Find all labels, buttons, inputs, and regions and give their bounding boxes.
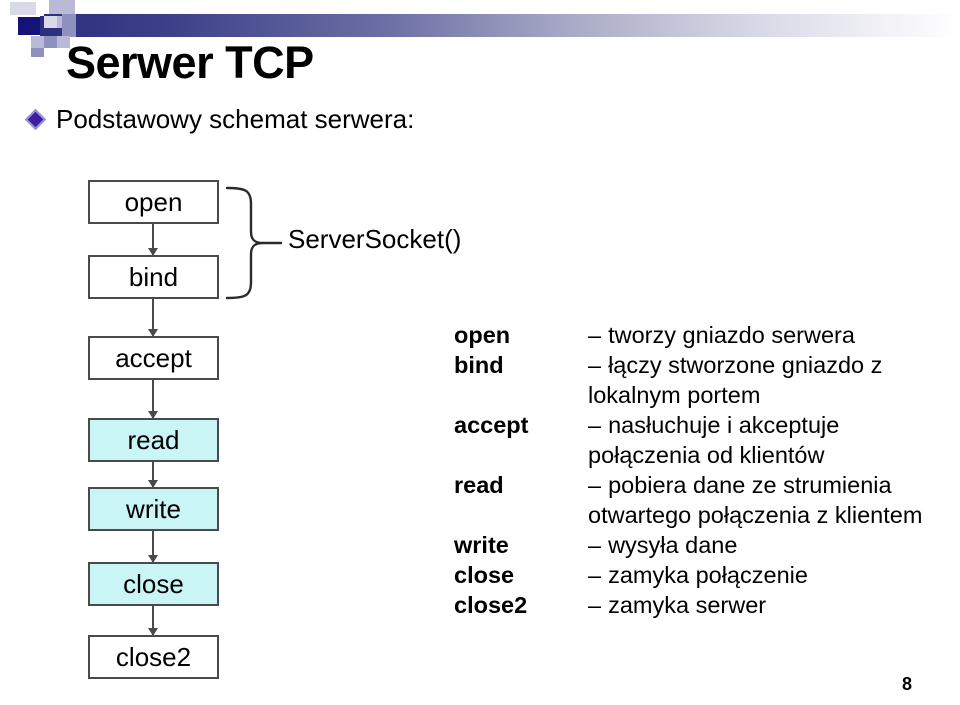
description-term: read bbox=[454, 472, 504, 498]
flow-box-write: write bbox=[88, 487, 219, 531]
description-text: – wysyła dane bbox=[588, 530, 954, 560]
serversocket-label: ServerSocket() bbox=[288, 224, 462, 254]
description-body: zamyka serwer bbox=[608, 592, 767, 618]
description-row: close2 – zamyka serwer bbox=[454, 590, 954, 620]
description-body: zamyka połączenie bbox=[608, 562, 808, 588]
description-body: tworzy gniazdo serwera bbox=[608, 322, 855, 348]
flow-arrow-close-close2 bbox=[148, 606, 158, 636]
description-text: – łączy stworzone gniazdo z lokalnym port… bbox=[588, 350, 954, 410]
dash: – bbox=[588, 562, 602, 588]
description-row: bind – łączy stworzone gniazdo z lokalnym… bbox=[454, 350, 954, 410]
flowchart: open bind accept read write close close2 bbox=[0, 0, 330, 705]
description-term: bind bbox=[454, 352, 504, 378]
dash: – bbox=[588, 592, 602, 618]
flow-arrow-write-close bbox=[148, 531, 158, 563]
description-row: close – zamyka połączenie bbox=[454, 560, 954, 590]
description-row: accept – nasłuchuje i akceptuje połączeni… bbox=[454, 410, 954, 470]
description-list: open – tworzy gniazdo serwera bind – łączy… bbox=[454, 320, 954, 620]
description-body: nasłuchuje i akceptuje połączenia od kli… bbox=[588, 412, 840, 468]
flow-arrow-bind-accept bbox=[148, 299, 158, 337]
flow-box-open: open bbox=[88, 180, 219, 224]
flow-box-read: read bbox=[88, 418, 219, 462]
description-row: open – tworzy gniazdo serwera bbox=[454, 320, 954, 350]
description-body: wysyła dane bbox=[608, 532, 738, 558]
page-number: 8 bbox=[901, 674, 912, 694]
description-text: – nasłuchuje i akceptuje połączenia od kl… bbox=[588, 410, 954, 470]
dash: – bbox=[588, 322, 602, 348]
dash: – bbox=[588, 412, 602, 438]
description-body: łączy stworzone gniazdo z lokalnym porte… bbox=[588, 352, 883, 408]
description-text: – tworzy gniazdo serwera bbox=[588, 320, 954, 350]
dash: – bbox=[588, 472, 602, 498]
flow-box-bind: bind bbox=[88, 255, 219, 299]
description-text: – pobiera dane ze strumienia otwartego po… bbox=[588, 470, 954, 530]
flow-box-close: close bbox=[88, 562, 219, 606]
description-text: – zamyka serwer bbox=[588, 590, 954, 620]
dash: – bbox=[588, 352, 602, 378]
description-body: pobiera dane ze strumienia otwartego poł… bbox=[588, 472, 923, 528]
description-term: open bbox=[454, 322, 511, 348]
description-term: close bbox=[454, 562, 515, 588]
flow-box-close2: close2 bbox=[88, 635, 219, 679]
description-term: accept bbox=[454, 412, 529, 438]
description-term: close2 bbox=[454, 592, 528, 618]
flow-arrow-read-write bbox=[148, 462, 158, 488]
flow-arrow-open-bind bbox=[148, 224, 158, 256]
flow-box-accept: accept bbox=[88, 336, 219, 380]
description-term: write bbox=[454, 532, 509, 558]
description-text: – zamyka połączenie bbox=[588, 560, 954, 590]
flow-arrow-accept-read bbox=[148, 380, 158, 419]
description-row: read – pobiera dane ze strumienia otwarte… bbox=[454, 470, 954, 530]
description-row: write – wysyła dane bbox=[454, 530, 954, 560]
dash: – bbox=[588, 532, 602, 558]
